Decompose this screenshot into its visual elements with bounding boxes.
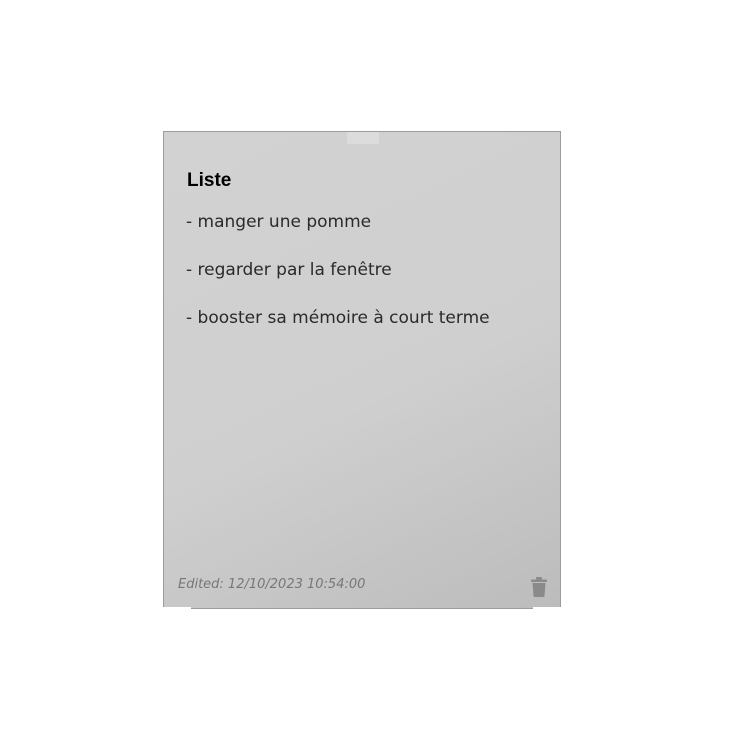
note-corner-left [163,607,191,609]
note-tape [347,132,379,144]
list-item[interactable]: - booster sa mémoire à court terme [186,306,490,354]
list-item[interactable]: - regarder par la fenêtre [186,258,490,306]
sticky-note[interactable]: Liste - manger une pomme - regarder par … [163,131,561,609]
list-item[interactable]: - manger une pomme [186,210,490,258]
note-items[interactable]: - manger une pomme - regarder par la fen… [186,210,490,354]
trash-icon-svg [531,577,547,597]
trash-icon[interactable] [530,577,548,597]
note-title[interactable]: Liste [187,170,231,192]
page: Liste - manger une pomme - regarder par … [0,0,741,741]
note-corner-right [533,607,561,609]
edited-timestamp: Edited: 12/10/2023 10:54:00 [178,577,366,592]
